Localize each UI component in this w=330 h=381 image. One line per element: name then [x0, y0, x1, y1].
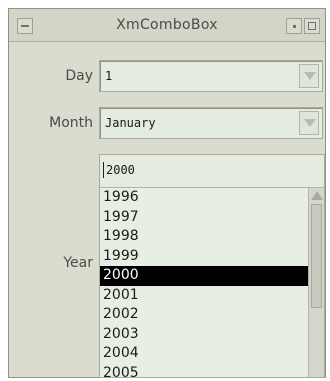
month-combobox[interactable]: January: [99, 107, 323, 139]
year-list-item[interactable]: 2003: [100, 325, 308, 345]
xmcombobox-window: XmComboBox Day 1 Month January Year 2000…: [8, 8, 326, 378]
year-list-item[interactable]: 2000: [100, 266, 308, 286]
month-dropdown-arrow-button[interactable]: [299, 111, 319, 135]
year-list-item[interactable]: 2001: [100, 286, 308, 306]
year-input[interactable]: 2000: [100, 155, 324, 188]
scroll-up-arrow-icon[interactable]: [311, 191, 323, 200]
text-caret: [103, 162, 104, 178]
year-list[interactable]: 1996 1997 1998 1999 2000 2001 2002 2003 2004 2005: [100, 188, 308, 377]
minimize-button[interactable]: [286, 18, 302, 34]
year-list-item[interactable]: 2004: [100, 344, 308, 364]
year-list-item[interactable]: 1999: [100, 247, 308, 267]
year-list-scrollbar[interactable]: [308, 188, 324, 377]
year-label: Year: [63, 255, 93, 271]
window-menu-button[interactable]: [17, 18, 33, 34]
day-label: Day: [65, 68, 93, 84]
month-label: Month: [49, 115, 93, 131]
year-value: 2000: [106, 163, 135, 177]
window-title: XmComboBox: [116, 17, 218, 33]
day-dropdown-arrow-button[interactable]: [299, 64, 319, 88]
year-combobox[interactable]: 2000 1996 1997 1998 1999 2000 2001 2002 2003 200…: [99, 154, 325, 378]
day-value: 1: [105, 69, 113, 83]
year-list-item[interactable]: 1998: [100, 227, 308, 247]
year-list-item[interactable]: 1997: [100, 208, 308, 228]
scrollbar-thumb[interactable]: [311, 204, 322, 308]
day-combobox[interactable]: 1: [99, 60, 323, 92]
year-list-item[interactable]: 2005: [100, 364, 308, 378]
year-list-item[interactable]: 2002: [100, 305, 308, 325]
month-value: January: [105, 116, 156, 130]
year-list-item[interactable]: 1996: [100, 188, 308, 208]
title-bar[interactable]: XmComboBox: [9, 9, 325, 42]
maximize-button[interactable]: [304, 18, 320, 34]
